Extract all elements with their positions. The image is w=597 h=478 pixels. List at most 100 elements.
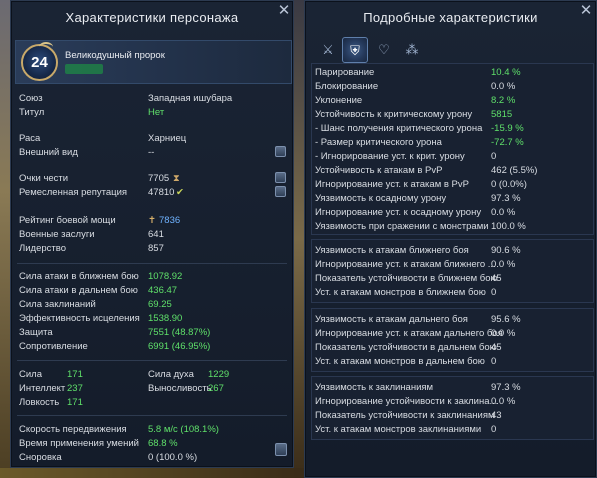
detail-value: 45 <box>491 273 502 284</box>
close-icon[interactable]: ✕ <box>579 3 593 18</box>
detail-label: Уст. к атакам монстров в ближнем бою <box>315 287 486 298</box>
detail-value: 0 (0.0%) <box>491 179 527 190</box>
info-value: 857 <box>148 243 164 254</box>
speed-label: Скорость передвижения <box>19 424 127 435</box>
detail-value: 5815 <box>491 109 513 120</box>
combat-label: Сила атаки в дальнем бою <box>19 285 138 296</box>
close-icon[interactable]: ✕ <box>277 3 291 18</box>
combat-label: Сила атаки в ближнем бою <box>19 271 139 282</box>
detail-value: 0.0 % <box>491 81 516 92</box>
detail-value: 0 <box>491 151 497 162</box>
combat-value: 436.47 <box>148 285 178 296</box>
detail-value: -15.9 % <box>491 123 524 134</box>
info-label: Рейтинг боевой мощи <box>19 215 116 226</box>
combat-value: 1538.90 <box>148 313 183 324</box>
detail-label: - Игнорирование уст. к крит. урону <box>315 151 465 162</box>
info-value: 47810 <box>148 187 175 198</box>
detail-label: Игнорирование уст. к атакам в PvP <box>315 179 469 190</box>
combat-label: Сила заклинаний <box>19 299 96 310</box>
detail-label: Игнорирование уст. к атакам ближнего ... <box>315 259 496 270</box>
attribute-label: Ловкость <box>19 397 60 408</box>
info-label: Очки чести <box>19 173 69 184</box>
background-scene-left <box>0 0 10 478</box>
tab-other[interactable]: ⁂ <box>399 37 425 63</box>
detail-value: 0.0 % <box>491 396 516 407</box>
tab-healing[interactable]: ♡ <box>371 37 397 63</box>
detail-label: Устойчивость к критическому урону <box>315 109 473 120</box>
speed-label: Время применения умений <box>19 438 139 449</box>
info-label: Раса <box>19 133 41 144</box>
info-value: 7705 <box>148 173 170 184</box>
combat-label: Сопротивление <box>19 341 88 352</box>
speed-value: 5.8 м/с (108.1%) <box>148 424 219 435</box>
detail-label: Уязвимость к атакам дальнего боя <box>315 314 468 325</box>
detail-value: 0 <box>491 424 497 435</box>
combat-value: 69.25 <box>148 299 172 310</box>
combat-label: Защита <box>19 327 53 338</box>
detail-label: Уязвимость при сражении с монстрами <box>315 221 489 232</box>
detail-label: Уязвимость к атакам ближнего боя <box>315 245 469 256</box>
tab-attack[interactable]: ⚔ <box>315 37 341 63</box>
attribute-label: Интеллект <box>19 383 66 394</box>
honor-shop-icon[interactable] <box>275 172 286 183</box>
speed-label: Сноровка <box>19 452 62 463</box>
detail-label: Игнорирование уст. к атакам дальнего боя <box>315 328 503 339</box>
combat-label: Эффективность исцеления <box>19 313 140 324</box>
detail-value: 97.3 % <box>491 382 521 393</box>
attribute-value: 1229 <box>208 369 230 380</box>
attribute-value: 171 <box>67 397 83 408</box>
info-label: Лидерство <box>19 243 66 254</box>
info-value: 7836 <box>159 215 181 226</box>
info-label: Военные заслуги <box>19 229 95 240</box>
speed-value: 68.8 % <box>148 438 178 449</box>
info-value: Западная ишубара <box>148 93 233 104</box>
combat-value: 1078.92 <box>148 271 183 282</box>
info-value: Нет <box>148 107 165 118</box>
divider <box>17 263 287 264</box>
character-name-blurred <box>65 64 103 74</box>
info-label: Титул <box>19 107 45 118</box>
hourglass-icon: ⧗ <box>173 173 180 184</box>
detail-label: - Шанс получения критического урона <box>315 123 483 134</box>
divider <box>17 415 287 416</box>
detail-value: 462 (5.5%) <box>491 165 538 176</box>
detail-value: 0.0 % <box>491 259 516 270</box>
detail-value: 0 <box>491 287 497 298</box>
detail-label: Устойчивость к атакам в PvP <box>315 165 443 176</box>
detail-label: Блокирование <box>315 81 379 92</box>
level-badge: 24 <box>21 42 58 81</box>
detail-label: Уст. к атакам монстров в дальнем бою <box>315 356 485 367</box>
detail-value: 97.3 % <box>491 193 521 204</box>
detail-value: 45 <box>491 342 502 353</box>
detail-value: 0.0 % <box>491 328 516 339</box>
tab-defense[interactable]: ⛨ <box>342 37 368 63</box>
detail-label: - Размер критического урона <box>315 137 442 148</box>
detail-value: 95.6 % <box>491 314 521 325</box>
appearance-refresh-icon[interactable] <box>275 146 286 157</box>
divider <box>17 360 287 361</box>
detail-value: -72.7 % <box>491 137 524 148</box>
speed-value: 0 (100.0 %) <box>148 452 198 463</box>
info-label: Внешний вид <box>19 147 78 158</box>
character-header: 24 Великодушный пророк <box>15 40 292 84</box>
combat-value: 7551 (48.87%) <box>148 327 211 338</box>
detail-value: 8.2 % <box>491 95 516 106</box>
info-label: Союз <box>19 93 43 104</box>
attribute-value: 237 <box>67 383 83 394</box>
window-title: Характеристики персонажа <box>65 10 239 25</box>
detail-label: Игнорирование устойчивости к заклина... <box>315 396 498 407</box>
info-value: 641 <box>148 229 164 240</box>
wing-icon <box>39 42 53 52</box>
detailed-stats-window: Подробные характеристики ✕ ⚔ ⛨ ♡ ⁂ Парир… <box>304 0 597 478</box>
character-title: Великодушный пророк <box>65 50 165 61</box>
list-details-icon[interactable] <box>275 443 287 456</box>
background-scene-middle <box>294 0 304 478</box>
craft-shop-icon[interactable] <box>275 186 286 197</box>
attribute-label: Сила духа <box>148 369 194 380</box>
detail-value: 10.4 % <box>491 67 521 78</box>
attribute-label: Сила <box>19 369 42 380</box>
attribute-label: Выносливость <box>148 383 212 394</box>
detail-label: Уклонение <box>315 95 363 106</box>
level-value: 24 <box>31 54 48 71</box>
info-value: -- <box>148 147 155 158</box>
